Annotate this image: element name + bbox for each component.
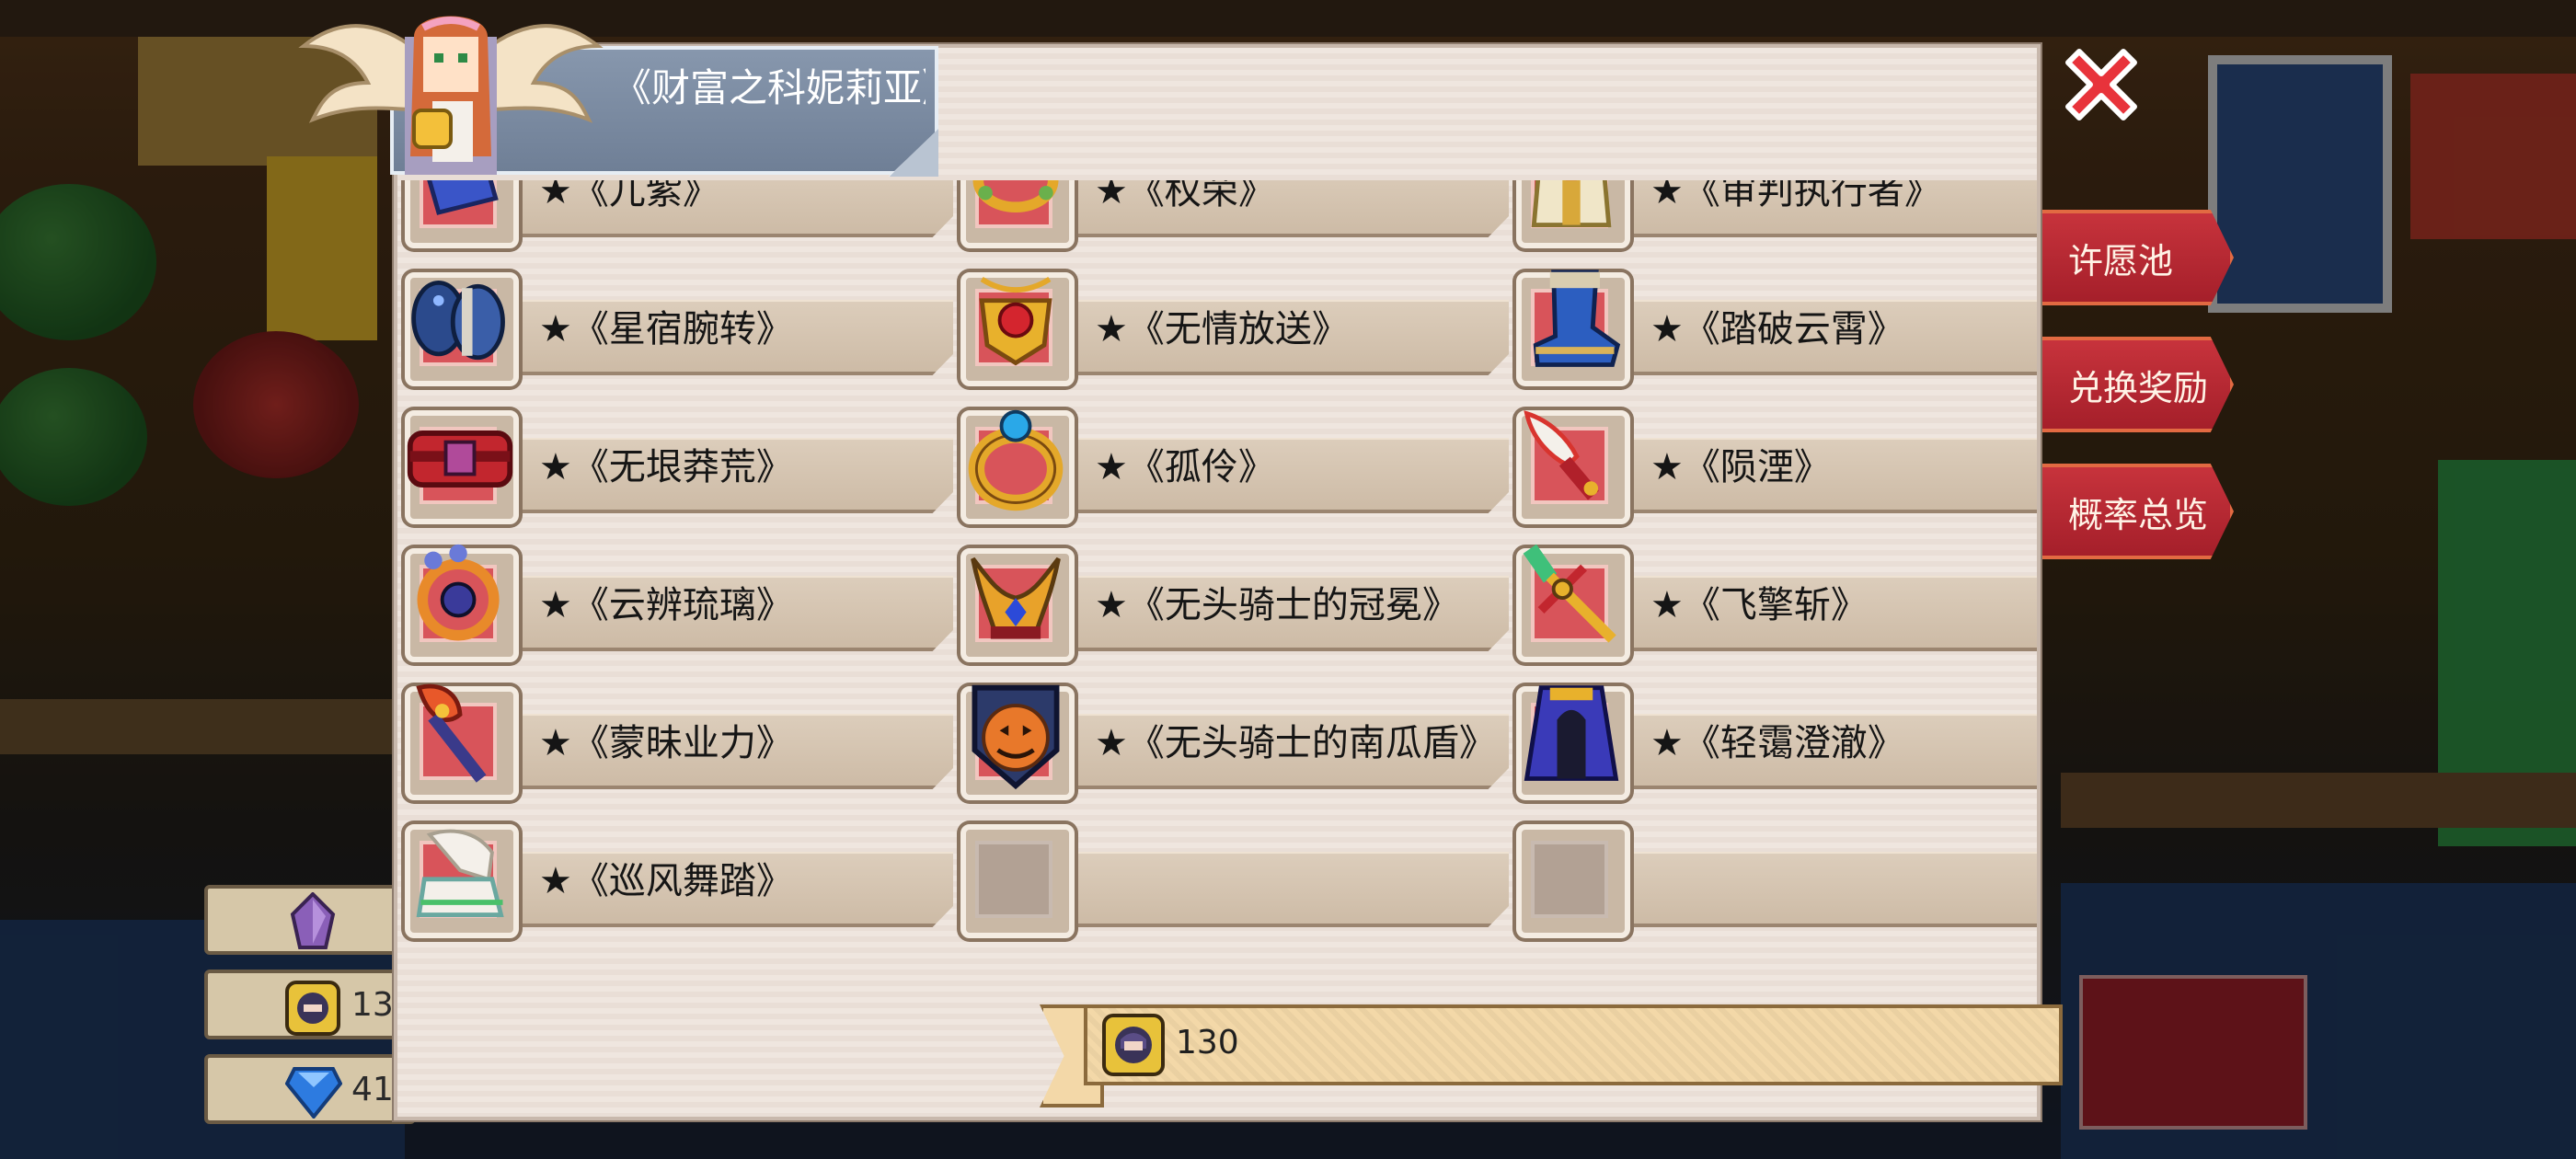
pumpkin-shield-icon	[972, 684, 1060, 790]
blue-lightning-fist-icon	[427, 180, 499, 215]
close-button[interactable]	[2048, 31, 2155, 138]
item-entry[interactable]: ★《无头骑士的冠冕》	[957, 548, 1509, 662]
item-entry[interactable]: ★《陨湮》	[1512, 410, 2037, 524]
item-entry[interactable]: ★《权荣》	[957, 180, 1509, 248]
cost-value: 130	[1176, 1024, 1239, 1061]
item-name: ★《无垠莽荒》	[539, 446, 793, 488]
redeem-rewards-button[interactable]: 兑换奖励	[2041, 337, 2234, 432]
winged-shoe-icon	[416, 829, 504, 917]
item-entry[interactable]: ★《无头骑士的南瓜盾》	[957, 684, 1509, 800]
golden-wreath-icon	[972, 180, 1059, 212]
horned-crown-icon	[971, 557, 1061, 639]
item-name: ★《无情放送》	[1095, 308, 1349, 350]
coin-token-icon	[1102, 1014, 1165, 1076]
ruby-necklace-icon	[979, 277, 1052, 366]
probability-overview-label: 概率总览	[2068, 494, 2209, 535]
item-slot[interactable]	[960, 824, 1075, 938]
character-avatar	[298, 16, 604, 175]
coin-token-icon	[285, 981, 340, 1036]
item-entry[interactable]: ★《审判执行者》	[1512, 180, 2037, 248]
item-name: ★《云辨琉璃》	[539, 584, 793, 626]
item-entry[interactable]: ★《云辨琉璃》	[401, 544, 953, 662]
gold-ring-icon	[968, 409, 1064, 511]
item-name: ★《轻霭澄澈》	[1650, 722, 1904, 764]
wishing-pool-label: 许愿池	[2068, 240, 2174, 281]
blue-cloak-icon	[1524, 685, 1619, 781]
blue-boot-icon	[1533, 270, 1621, 367]
redeem-rewards-label: 兑换奖励	[2068, 367, 2209, 408]
item-name: ★《兀紫》	[539, 180, 719, 212]
item-entry-empty[interactable]	[957, 824, 1509, 938]
item-slot[interactable]	[1516, 824, 1630, 938]
item-entry-empty[interactable]	[1512, 824, 2037, 938]
red-belt-icon	[407, 430, 513, 488]
item-entry[interactable]: ★《无情放送》	[957, 272, 1509, 386]
armor-robe-icon	[1531, 180, 1612, 227]
close-icon	[2065, 49, 2137, 120]
item-list[interactable]: ★《兀紫》 ★《权荣》 ★《审判执行者》 ★《星宿腕转》 ★《无情放送》 ★《踏破云霄》 ★…	[401, 180, 2037, 971]
fire-staff-icon	[416, 683, 487, 783]
item-entry[interactable]: ★《飞擎斩》	[1512, 544, 2037, 662]
item-name: ★《巡风舞踏》	[539, 860, 793, 902]
resource-coin: 13	[204, 970, 416, 1039]
resource-gem: 41	[204, 1054, 416, 1124]
resource-crystal	[204, 885, 416, 955]
item-entry[interactable]: ★《孤伶》	[957, 409, 1509, 524]
item-entry[interactable]: ★《星宿腕转》	[401, 272, 953, 386]
orange-amulet-icon	[417, 544, 500, 641]
jade-sword-icon	[1523, 544, 1616, 643]
item-entry[interactable]: ★《踏破云霄》	[1512, 270, 2037, 386]
resource-coin-value: 13	[351, 985, 394, 1024]
blue-bracer-icon	[411, 280, 505, 361]
item-name: ★《陨湮》	[1650, 446, 1831, 488]
item-name: ★《无头骑士的南瓜盾》	[1095, 722, 1496, 764]
probability-overview-button[interactable]: 概率总览	[2041, 464, 2234, 559]
item-entry[interactable]: ★《轻霭澄澈》	[1512, 685, 2037, 800]
item-name: ★《蒙昧业力》	[539, 722, 793, 764]
item-entry[interactable]: ★《蒙昧业力》	[401, 683, 953, 800]
blue-gem-icon	[285, 1067, 342, 1119]
item-name: ★《踏破云霄》	[1650, 308, 1904, 350]
item-name: ★《权荣》	[1095, 180, 1275, 212]
purple-crystal-icon	[290, 892, 336, 949]
item-name: ★《审判执行者》	[1650, 180, 1941, 212]
item-name: ★《无头骑士的冠冕》	[1095, 584, 1459, 626]
flame-dagger-icon	[1524, 410, 1599, 500]
item-name: ★《孤伶》	[1095, 446, 1275, 488]
item-entry[interactable]: ★《巡风舞踏》	[401, 824, 953, 938]
item-entry[interactable]: ★《兀紫》	[401, 180, 953, 248]
resource-gem-value: 41	[351, 1070, 394, 1108]
item-name: ★《飞擎斩》	[1650, 584, 1868, 626]
wishing-pool-button[interactable]: 许愿池	[2041, 210, 2234, 305]
item-name: ★《星宿腕转》	[539, 308, 793, 350]
item-entry[interactable]: ★《无垠莽荒》	[401, 410, 953, 524]
pool-title: 《财富之科妮莉亚》	[613, 65, 926, 110]
